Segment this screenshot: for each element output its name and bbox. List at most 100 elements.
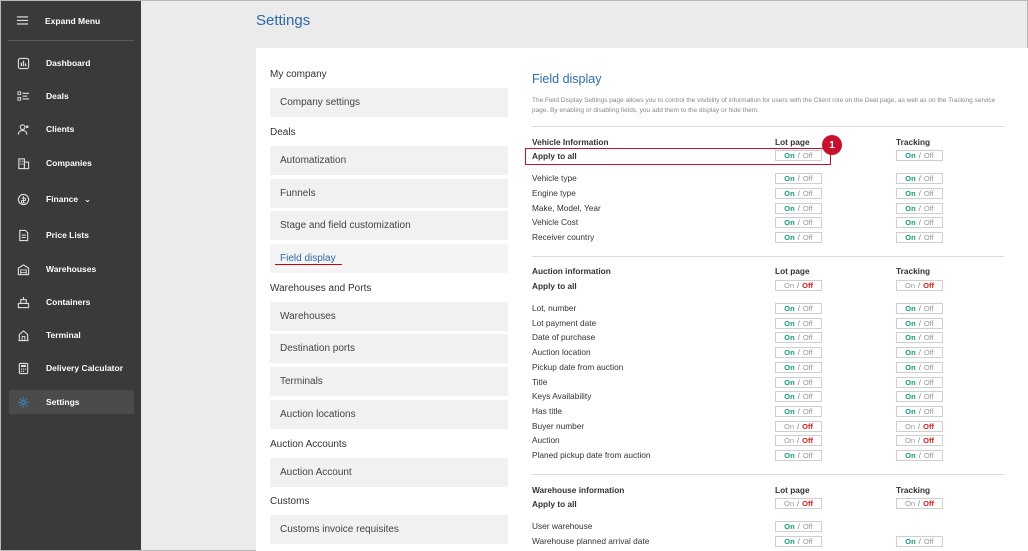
lot-page-toggle[interactable]: On / Off xyxy=(775,217,822,228)
toggle-off-label[interactable]: Off xyxy=(803,348,813,357)
toggle-off-label[interactable]: Off xyxy=(924,174,934,183)
tracking-toggle[interactable]: On / Off xyxy=(896,377,943,388)
toggle-off-label[interactable]: Off xyxy=(924,319,934,328)
sidebar-item-terminal[interactable]: Terminal xyxy=(9,323,134,347)
toggle-on-label[interactable]: On xyxy=(905,333,915,342)
toggle-off-label[interactable]: Off xyxy=(924,151,934,160)
sidebar-item-containers[interactable]: Containers xyxy=(9,290,134,314)
tracking-toggle[interactable]: On / Off xyxy=(896,450,943,461)
lot-page-toggle[interactable]: On / Off xyxy=(775,232,822,243)
tracking-toggle[interactable]: On / Off xyxy=(896,536,943,547)
toggle-off-label[interactable]: Off xyxy=(803,233,813,242)
tracking-toggle[interactable]: On / Off xyxy=(896,347,943,358)
toggle-off-label[interactable]: Off xyxy=(924,537,934,546)
lot-page-toggle[interactable]: On / Off xyxy=(775,303,822,314)
tracking-toggle[interactable]: On / Off xyxy=(896,318,943,329)
toggle-on-label[interactable]: On xyxy=(784,363,794,372)
lot-page-toggle[interactable]: On / Off xyxy=(775,362,822,373)
toggle-on-label[interactable]: On xyxy=(784,378,794,387)
tracking-toggle[interactable]: On / Off xyxy=(896,435,943,446)
toggle-off-label[interactable]: Off xyxy=(803,204,813,213)
sidebar-item-delivery-calculator[interactable]: Delivery Calculator xyxy=(9,356,134,380)
toggle-off-label[interactable]: Off xyxy=(803,189,813,198)
sidebar-item-companies[interactable]: Companies xyxy=(9,151,134,175)
lot-page-toggle[interactable]: On / Off xyxy=(775,332,822,343)
toggle-on-label[interactable]: On xyxy=(905,422,915,431)
toggle-on-label[interactable]: On xyxy=(905,378,915,387)
toggle-on-label[interactable]: On xyxy=(784,333,794,342)
toggle-on-label[interactable]: On xyxy=(905,218,915,227)
tracking-toggle[interactable]: On / Off xyxy=(896,421,943,432)
lot-page-toggle[interactable]: On / Off xyxy=(775,377,822,388)
menu-item-auction-account[interactable]: Auction Account xyxy=(270,458,508,487)
tracking-toggle[interactable]: On / Off xyxy=(896,188,943,199)
menu-item-company-settings[interactable]: Company settings xyxy=(270,88,508,117)
lot-page-toggle[interactable]: On / Off xyxy=(775,188,822,199)
toggle-on-label[interactable]: On xyxy=(905,451,915,460)
sidebar-item-price-lists[interactable]: Price Lists xyxy=(9,223,134,247)
toggle-off-label[interactable]: Off xyxy=(924,233,934,242)
sidebar-item-settings[interactable]: Settings xyxy=(9,390,134,414)
toggle-on-label[interactable]: On xyxy=(784,174,794,183)
toggle-on-label[interactable]: On xyxy=(784,189,794,198)
toggle-on-label[interactable]: On xyxy=(784,204,794,213)
toggle-off-label[interactable]: Off xyxy=(802,436,813,445)
tracking-toggle[interactable]: On / Off xyxy=(896,203,943,214)
toggle-off-label[interactable]: Off xyxy=(924,304,934,313)
toggle-on-label[interactable]: On xyxy=(784,319,794,328)
toggle-off-label[interactable]: Off xyxy=(923,281,934,290)
toggle-off-label[interactable]: Off xyxy=(924,392,934,401)
menu-item-stage-customization[interactable]: Stage and field customization xyxy=(270,211,508,240)
apply-all-tracking-toggle[interactable]: On / Off xyxy=(896,150,943,161)
lot-page-toggle[interactable]: On / Off xyxy=(775,173,822,184)
toggle-on-label[interactable]: On xyxy=(905,174,915,183)
toggle-on-label[interactable]: On xyxy=(784,451,794,460)
toggle-on-label[interactable]: On xyxy=(905,348,915,357)
toggle-off-label[interactable]: Off xyxy=(924,348,934,357)
toggle-off-label[interactable]: Off xyxy=(803,363,813,372)
lot-page-toggle[interactable]: On / Off xyxy=(775,318,822,329)
toggle-on-label[interactable]: On xyxy=(905,281,915,290)
toggle-on-label[interactable]: On xyxy=(905,392,915,401)
sidebar-item-deals[interactable]: Deals xyxy=(9,84,134,108)
toggle-off-label[interactable]: Off xyxy=(802,422,813,431)
toggle-off-label[interactable]: Off xyxy=(923,422,934,431)
lot-page-toggle[interactable]: On / Off xyxy=(775,536,822,547)
toggle-off-label[interactable]: Off xyxy=(923,499,934,508)
toggle-on-label[interactable]: On xyxy=(784,392,794,401)
toggle-on-label[interactable]: On xyxy=(784,348,794,357)
lot-page-toggle[interactable]: On / Off xyxy=(775,391,822,402)
tracking-toggle[interactable]: On / Off xyxy=(896,406,943,417)
toggle-off-label[interactable]: Off xyxy=(803,451,813,460)
toggle-on-label[interactable]: On xyxy=(784,218,794,227)
toggle-on-label[interactable]: On xyxy=(905,319,915,328)
toggle-on-label[interactable]: On xyxy=(905,233,915,242)
toggle-off-label[interactable]: Off xyxy=(803,378,813,387)
toggle-on-label[interactable]: On xyxy=(784,537,794,546)
tracking-toggle[interactable]: On / Off xyxy=(896,362,943,373)
menu-item-warehouses[interactable]: Warehouses xyxy=(270,302,508,331)
sidebar-item-warehouses[interactable]: Warehouses xyxy=(9,257,134,281)
toggle-off-label[interactable]: Off xyxy=(803,174,813,183)
menu-item-automatization[interactable]: Automatization xyxy=(270,146,508,175)
tracking-toggle[interactable]: On / Off xyxy=(896,217,943,228)
lot-page-toggle[interactable]: On / Off xyxy=(775,347,822,358)
toggle-on-label[interactable]: On xyxy=(905,189,915,198)
toggle-on-label[interactable]: On xyxy=(784,436,794,445)
lot-page-toggle[interactable]: On / Off xyxy=(775,421,822,432)
toggle-on-label[interactable]: On xyxy=(784,407,794,416)
apply-all-lot-toggle[interactable]: On / Off xyxy=(775,280,822,291)
apply-all-tracking-toggle[interactable]: On / Off xyxy=(896,498,943,509)
apply-all-lot-toggle[interactable]: On / Off xyxy=(775,498,822,509)
toggle-off-label[interactable]: Off xyxy=(924,333,934,342)
tracking-toggle[interactable]: On / Off xyxy=(896,173,943,184)
menu-item-funnels[interactable]: Funnels xyxy=(270,179,508,208)
toggle-off-label[interactable]: Off xyxy=(924,451,934,460)
menu-item-terminals[interactable]: Terminals xyxy=(270,367,508,396)
toggle-on-label[interactable]: On xyxy=(905,363,915,372)
toggle-off-label[interactable]: Off xyxy=(803,522,813,531)
toggle-on-label[interactable]: On xyxy=(905,304,915,313)
lot-page-toggle[interactable]: On / Off xyxy=(775,450,822,461)
toggle-on-label[interactable]: On xyxy=(905,499,915,508)
toggle-off-label[interactable]: Off xyxy=(924,363,934,372)
